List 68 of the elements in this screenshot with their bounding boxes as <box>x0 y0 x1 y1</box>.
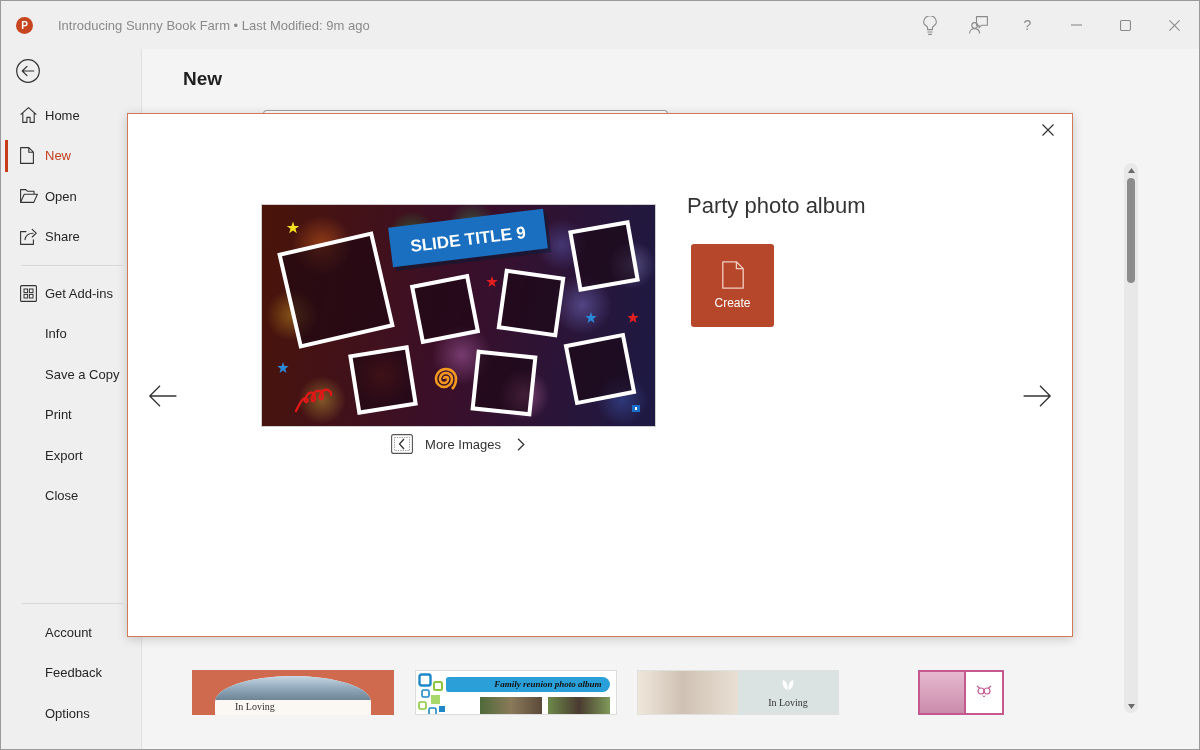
more-images-label: More Images <box>425 436 501 452</box>
chevron-right-icon <box>516 437 525 451</box>
photo-placeholder <box>547 697 610 714</box>
nav-item[interactable]: Share <box>5 220 122 253</box>
document-icon <box>20 147 34 164</box>
document-icon <box>721 261 744 289</box>
page-heading: New <box>183 67 223 91</box>
previous-image-button[interactable] <box>390 433 415 455</box>
photo-frame <box>470 349 538 417</box>
previous-template-button[interactable] <box>147 383 179 409</box>
template-title: Party photo album <box>687 192 866 220</box>
template-thumbnail[interactable] <box>917 670 1004 715</box>
star-icon <box>277 362 289 373</box>
nav-item[interactable]: Info <box>5 317 122 350</box>
grid-icon <box>20 284 37 302</box>
nav-item[interactable]: Options <box>5 697 122 729</box>
squares-pattern-drawing <box>417 673 446 714</box>
squiggle-icon <box>294 388 333 413</box>
minimize-icon <box>1071 24 1082 26</box>
photo-frame <box>496 268 566 338</box>
thumbnail-caption: In Loving <box>234 700 275 713</box>
nav-item[interactable]: Home <box>5 99 122 131</box>
share-icon <box>20 228 37 245</box>
template-thumbnail[interactable]: In Loving <box>637 670 839 715</box>
home-icon <box>20 107 37 123</box>
star-icon <box>486 276 498 287</box>
nav-item[interactable]: New <box>5 139 122 172</box>
nav-item[interactable]: Feedback <box>5 656 122 689</box>
corner-mark-icon <box>632 405 640 412</box>
close-button[interactable] <box>1040 122 1056 138</box>
scroll-up-icon <box>1127 168 1135 173</box>
nav-item[interactable]: Export <box>5 439 122 471</box>
template-thumbnail[interactable]: In Loving <box>192 670 394 715</box>
scroll-down-icon <box>1127 704 1135 709</box>
next-template-button[interactable] <box>1021 383 1053 409</box>
lightbulb-icon <box>922 15 937 35</box>
thumbnail-title-banner: Family reunion photo album <box>445 677 610 692</box>
photo-placeholder <box>919 672 964 713</box>
window-title: Introducing Sunny Book Farm • Last Modified: 9m ago <box>58 17 370 33</box>
person-chat-icon <box>969 16 988 34</box>
nav-item[interactable]: Print <box>5 398 122 431</box>
nav-item[interactable]: Save a Copy <box>5 358 122 390</box>
star-icon <box>627 312 639 323</box>
chevron-box-icon <box>391 434 414 454</box>
thumbnail-caption: In Loving <box>768 696 808 709</box>
star-icon <box>585 312 597 323</box>
photo-placeholder <box>479 697 542 714</box>
owl-icon <box>975 684 992 698</box>
star-icon <box>286 221 300 234</box>
arrow-left-icon <box>149 385 177 407</box>
close-icon <box>1169 19 1180 31</box>
nav-item[interactable]: Account <box>5 616 122 648</box>
nav-item[interactable]: Close <box>5 479 122 512</box>
folder-icon <box>20 189 38 203</box>
spiral-icon <box>434 367 458 390</box>
close-icon <box>1042 124 1054 136</box>
create-button[interactable]: Create <box>691 244 774 327</box>
slide-title-banner: SLIDE TITLE 9 <box>388 208 552 271</box>
nav-item[interactable]: Open <box>5 180 122 212</box>
leaf-icon <box>782 680 794 690</box>
scrollbar[interactable] <box>1124 163 1138 713</box>
back-button[interactable] <box>16 59 40 83</box>
template-thumbnail[interactable]: Family reunion photo album <box>414 670 617 715</box>
arrow-right-icon <box>1023 385 1051 407</box>
app-logo: P <box>16 16 33 34</box>
maximize-icon <box>1120 19 1131 31</box>
scroll-thumb[interactable] <box>1127 178 1135 283</box>
nav-item[interactable]: Get Add-ins <box>5 277 122 309</box>
